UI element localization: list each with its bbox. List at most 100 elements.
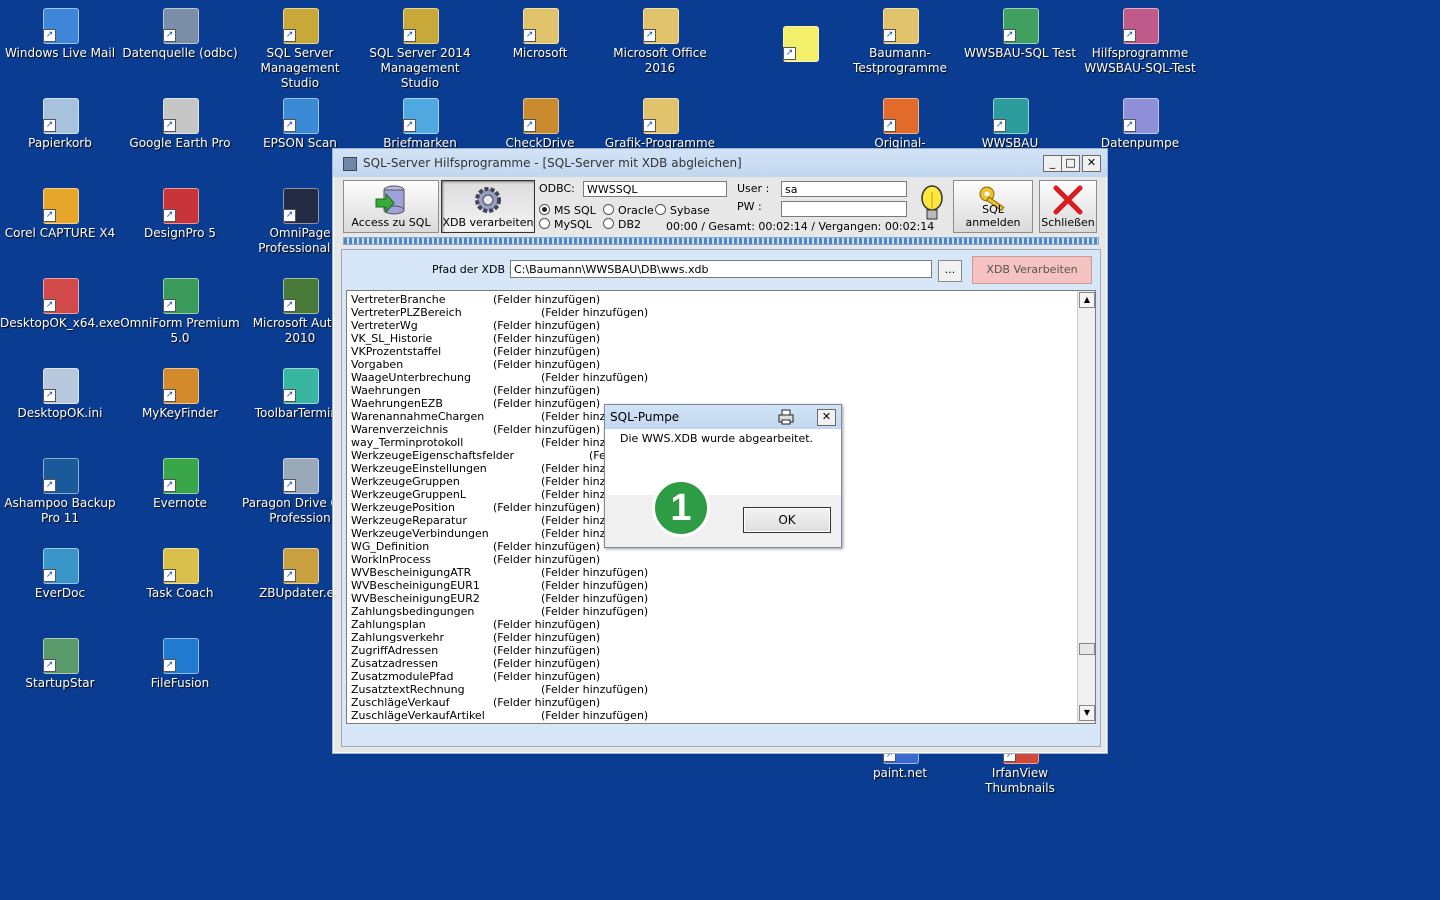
- list-item-action: (Felder hinzufügen): [493, 631, 601, 644]
- xdb-path-input[interactable]: C:\Baumann\WWSBAU\DB\wws.xdb: [510, 260, 932, 278]
- desktop-icon-label: Corel CAPTURE X4: [4, 226, 116, 240]
- desktop-icon[interactable]: ↗ Microsoft: [480, 2, 600, 61]
- desktop-icon[interactable]: ↗ Ashampoo Backup Pro 11: [0, 452, 120, 526]
- desktop-icon-label: Papierkorb: [28, 136, 92, 150]
- radio-mssql-label: MS SQL: [554, 204, 596, 217]
- desktop-icon[interactable]: ↗ MyKeyFinder: [120, 362, 240, 421]
- radio-oracle[interactable]: Oracle: [603, 204, 654, 217]
- desktop-icon[interactable]: ↗ Datenpumpe: [1080, 92, 1200, 151]
- xdb-process-button[interactable]: XDB Verarbeiten: [972, 256, 1092, 284]
- desktop-icon[interactable]: ↗ Evernote: [120, 452, 240, 511]
- ok-button[interactable]: OK: [743, 507, 831, 533]
- list-item[interactable]: Zahlungsbedingungen (Felder hinzufügen): [351, 605, 1071, 618]
- desktop-icon[interactable]: ↗ SQL Server 2014 Management Studio: [360, 2, 480, 91]
- desktop-icon-label: EverDoc: [34, 586, 86, 600]
- list-item[interactable]: VK_SL_Historie (Felder hinzufügen): [351, 332, 1071, 345]
- minimize-button[interactable]: _: [1043, 155, 1062, 172]
- dialog-title-bar[interactable]: SQL-Pumpe ✕: [605, 405, 841, 429]
- lightbulb-icon[interactable]: [919, 184, 945, 228]
- list-item[interactable]: VertreterWg (Felder hinzufügen): [351, 319, 1071, 332]
- desktop-icon[interactable]: ↗ WWSBAU-SQL Test: [960, 2, 1080, 61]
- list-item[interactable]: VertreterPLZBereich (Felder hinzufügen): [351, 306, 1071, 319]
- dialog-close-button[interactable]: ✕: [817, 409, 836, 426]
- desktop-icon-label: Microsoft Office 2016: [613, 46, 707, 75]
- desktop-icon[interactable]: ↗ Grafik-Programme: [600, 92, 720, 151]
- list-item[interactable]: ZusatzmodulePfad (Felder hinzufügen): [351, 670, 1071, 683]
- close-button[interactable]: ✕: [1082, 155, 1101, 172]
- desktop-icon-label: SQL Server 2014 Management Studio: [369, 46, 471, 90]
- radio-db2[interactable]: DB2: [603, 218, 641, 231]
- list-item[interactable]: VKProzentstaffel (Felder hinzufügen): [351, 345, 1071, 358]
- list-item[interactable]: Zahlungsverkehr (Felder hinzufügen): [351, 631, 1071, 644]
- list-item-name: WerkzeugeEigenschaftsfelder: [351, 449, 515, 462]
- list-item[interactable]: ZuschlägeVerkauf (Felder hinzufügen): [351, 696, 1071, 709]
- list-item-action: (Felder hinzufügen): [493, 345, 601, 358]
- user-input[interactable]: sa: [781, 181, 907, 197]
- desktop-icon[interactable]: ↗ Windows Live Mail: [0, 2, 120, 61]
- desktop-icon[interactable]: ↗ Task Coach: [120, 542, 240, 601]
- list-item[interactable]: WaageUnterbrechung (Felder hinzufügen): [351, 371, 1071, 384]
- desktop-icon[interactable]: ↗ DesktopOK_x64.exe: [0, 272, 120, 331]
- list-item[interactable]: VertreterBranche (Felder hinzufügen): [351, 293, 1071, 306]
- list-item[interactable]: Zusatzadressen (Felder hinzufügen): [351, 657, 1071, 670]
- password-input[interactable]: [781, 201, 907, 217]
- shortcut-icon: ↗: [43, 638, 79, 674]
- list-item[interactable]: Waehrungen (Felder hinzufügen): [351, 384, 1071, 397]
- access-to-sql-button[interactable]: Access zu SQL: [343, 180, 439, 233]
- close-app-button[interactable]: Schließen: [1039, 180, 1097, 233]
- desktop-icon[interactable]: ↗ Corel CAPTURE X4: [0, 182, 120, 241]
- list-item[interactable]: Zahlungsplan (Felder hinzufügen): [351, 618, 1071, 631]
- list-item[interactable]: ZuschlägeVerkaufArtikel (Felder hinzufüge…: [351, 709, 1071, 722]
- sql-login-button[interactable]: SQL anmelden: [953, 180, 1033, 233]
- database-arrow-icon: [375, 185, 405, 215]
- list-item[interactable]: WVBescheinigungATR (Felder hinzufügen): [351, 566, 1071, 579]
- desktop-icon[interactable]: ↗ Datenquelle (odbc): [120, 2, 240, 61]
- list-item[interactable]: Vorgaben (Felder hinzufügen): [351, 358, 1071, 371]
- vertical-scrollbar[interactable]: ▲ ▼: [1077, 291, 1095, 723]
- list-item[interactable]: ZugriffAdressen (Felder hinzufügen): [351, 644, 1071, 657]
- desktop-icon-label: Evernote: [153, 496, 207, 510]
- desktop-icon[interactable]: ↗ Baumann-Testprogramme: [840, 2, 960, 76]
- browse-button[interactable]: ...: [938, 260, 962, 282]
- list-item-action: (Felder hinzufügen): [493, 540, 601, 553]
- shortcut-icon: ↗: [163, 638, 199, 674]
- shortcut-arrow-icon: ↗: [283, 209, 296, 222]
- desktop-icon[interactable]: ↗ EPSON Scan: [240, 92, 360, 151]
- shortcut-arrow-icon: ↗: [993, 119, 1006, 132]
- odbc-input[interactable]: WWSSQL: [583, 181, 727, 197]
- desktop-icon[interactable]: ↗ CheckDrive: [480, 92, 600, 151]
- desktop-icon[interactable]: ↗ Hilfsprogramme WWSBAU-SQL-Test: [1080, 2, 1200, 76]
- desktop-icon-label: Baumann-Testprogramme: [853, 46, 947, 75]
- desktop-icon[interactable]: ↗ DesktopOK.ini: [0, 362, 120, 421]
- process-xdb-button[interactable]: XDB verarbeiten: [441, 180, 535, 233]
- radio-mysql[interactable]: MySQL: [539, 218, 592, 231]
- list-item-name: WerkzeugeGruppen: [351, 475, 460, 488]
- progress-bar: [343, 237, 1099, 245]
- radio-sybase[interactable]: Sybase: [655, 204, 710, 217]
- scroll-down-button[interactable]: ▼: [1079, 705, 1095, 721]
- desktop-icon[interactable]: ↗ WWSBAU: [950, 92, 1070, 151]
- list-item[interactable]: WVBescheinigungEUR1 (Felder hinzufügen): [351, 579, 1071, 592]
- list-item[interactable]: WorkInProcess (Felder hinzufügen): [351, 553, 1071, 566]
- printer-icon[interactable]: [777, 409, 795, 425]
- list-item[interactable]: ZusatztextRechnung (Felder hinzufügen): [351, 683, 1071, 696]
- desktop-icon[interactable]: ↗ DesignPro 5: [120, 182, 240, 241]
- title-bar[interactable]: SQL-Server Hilfsprogramme - [SQL-Server …: [333, 149, 1107, 177]
- desktop-icon[interactable]: ↗ OmniForm Premium 5.0: [120, 272, 240, 346]
- scroll-thumb[interactable]: [1079, 643, 1095, 655]
- radio-mssql[interactable]: MS SQL: [539, 204, 596, 217]
- list-item[interactable]: WVBescheinigungEUR2 (Felder hinzufügen): [351, 592, 1071, 605]
- desktop-icon-label: OmniForm Premium 5.0: [120, 316, 240, 345]
- shortcut-arrow-icon: ↗: [643, 119, 656, 132]
- desktop-icon[interactable]: ↗ StartupStar: [0, 632, 120, 691]
- desktop-icon-label: Windows Live Mail: [4, 46, 116, 60]
- desktop-icon[interactable]: ↗ FileFusion: [120, 632, 240, 691]
- desktop-icon[interactable]: ↗ EverDoc: [0, 542, 120, 601]
- scroll-up-button[interactable]: ▲: [1079, 292, 1095, 308]
- desktop-icon[interactable]: ↗ Google Earth Pro: [120, 92, 240, 151]
- desktop-icon[interactable]: ↗ SQL Server Management Studio: [240, 2, 360, 91]
- desktop-icon[interactable]: ↗ Microsoft Office 2016: [600, 2, 720, 76]
- list-item-name: ZusatztextRechnung: [351, 683, 465, 696]
- maximize-button[interactable]: □: [1061, 155, 1080, 172]
- desktop-icon[interactable]: ↗ Papierkorb: [0, 92, 120, 151]
